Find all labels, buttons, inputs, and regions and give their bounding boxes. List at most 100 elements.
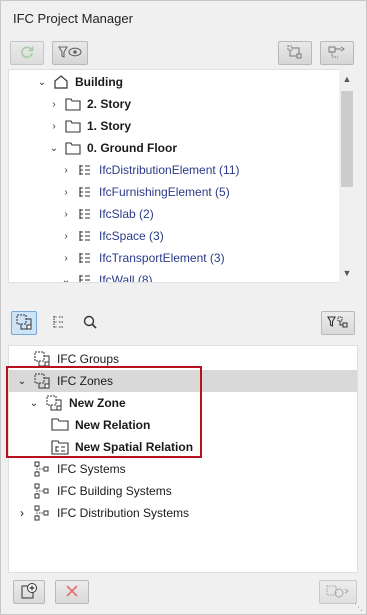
tree-row-element-type[interactable]: › IfcSlab (2) bbox=[59, 203, 154, 225]
tree-row-story[interactable]: ⌄ 0. Ground Floor bbox=[47, 137, 177, 159]
hierarchy-button[interactable] bbox=[278, 41, 312, 65]
tree-row-label: IfcSpace (3) bbox=[99, 229, 164, 243]
tree-row-label: New Zone bbox=[69, 396, 126, 410]
systems-icon bbox=[33, 460, 51, 478]
tree-row-element-type[interactable]: ⌄ IfcWall (8) bbox=[59, 269, 153, 283]
group-icon bbox=[15, 313, 33, 334]
tree-row-label: Building bbox=[75, 75, 123, 89]
systems-icon bbox=[33, 482, 51, 500]
tree-row-element-type[interactable]: › IfcDistributionElement (11) bbox=[59, 159, 240, 181]
resize-grip-icon[interactable]: ⋱ bbox=[354, 602, 364, 612]
tree-row-label: IfcWall (8) bbox=[99, 273, 153, 283]
building-systems-row[interactable]: IFC Building Systems bbox=[9, 480, 357, 502]
add-button[interactable] bbox=[13, 580, 45, 604]
tree-row-label: 1. Story bbox=[87, 119, 132, 133]
tree-row-label: 2. Story bbox=[87, 97, 132, 111]
relation-row[interactable]: New Relation bbox=[9, 414, 357, 436]
element-list-icon bbox=[77, 206, 93, 222]
collapsed-chevron-icon[interactable]: › bbox=[59, 229, 73, 243]
spatial-relation-row[interactable]: New Spatial Relation bbox=[9, 436, 357, 458]
tree-row-label: IfcFurnishingElement (5) bbox=[99, 185, 230, 199]
folder-icon bbox=[51, 417, 69, 433]
assign-icon bbox=[326, 583, 350, 602]
relations-icon bbox=[328, 44, 346, 63]
folder-icon bbox=[65, 118, 81, 134]
tree-row-label: IFC Distribution Systems bbox=[57, 506, 190, 520]
zones-icon bbox=[33, 372, 51, 390]
folder-icon bbox=[65, 96, 81, 112]
hierarchy-icon bbox=[286, 44, 304, 63]
systems-icon bbox=[33, 504, 51, 522]
spatial-structure-tree[interactable]: ⌄ Building › 2. Story › 1. Story ⌄ 0. Gr… bbox=[8, 69, 354, 283]
filter-button[interactable] bbox=[321, 311, 355, 335]
search-icon bbox=[82, 314, 98, 333]
tree-row-label: IFC Groups bbox=[57, 352, 120, 366]
element-list-icon bbox=[77, 162, 93, 178]
assign-button[interactable] bbox=[319, 580, 357, 604]
refresh-icon bbox=[19, 44, 35, 63]
groups-tree[interactable]: IFC Groups ⌄ IFC Zones ⌄ New Zone New Re… bbox=[8, 345, 358, 573]
tree-row-building[interactable]: ⌄ Building bbox=[35, 71, 123, 93]
ifc-project-manager-window: IFC Project Manager ⌄ Building › 2. Stor… bbox=[0, 0, 367, 615]
expanded-chevron-icon[interactable]: ⌄ bbox=[47, 141, 61, 155]
relations-button[interactable] bbox=[320, 41, 354, 65]
scroll-down-icon[interactable]: ▼ bbox=[339, 265, 355, 281]
tree-row-label: IFC Systems bbox=[57, 462, 126, 476]
scrollbar-thumb[interactable] bbox=[341, 91, 353, 187]
tree-row-label: IFC Building Systems bbox=[57, 484, 172, 498]
tree-row-story[interactable]: › 2. Story bbox=[47, 93, 131, 115]
expanded-chevron-icon[interactable]: ⌄ bbox=[59, 273, 73, 283]
filter-view-button[interactable] bbox=[52, 41, 88, 65]
filter-eye-icon bbox=[58, 45, 82, 62]
systems-row[interactable]: IFC Systems bbox=[9, 458, 357, 480]
tree-row-element-type[interactable]: › IfcFurnishingElement (5) bbox=[59, 181, 230, 203]
delete-icon bbox=[65, 584, 79, 601]
refresh-button[interactable] bbox=[10, 41, 44, 65]
expanded-chevron-icon[interactable]: ⌄ bbox=[15, 376, 29, 387]
groups-toolbar bbox=[1, 301, 366, 345]
tree-row-label: New Spatial Relation bbox=[75, 440, 194, 454]
collapsed-chevron-icon[interactable]: › bbox=[47, 97, 61, 111]
spatial-relation-icon bbox=[51, 439, 69, 455]
zone-row[interactable]: ⌄ New Zone bbox=[9, 392, 357, 414]
top-toolbar bbox=[1, 35, 366, 69]
delete-button[interactable] bbox=[55, 580, 89, 604]
filter-icon bbox=[327, 315, 349, 332]
add-icon bbox=[20, 582, 38, 603]
list-tree-icon bbox=[51, 314, 65, 333]
collapsed-chevron-icon[interactable]: › bbox=[59, 185, 73, 199]
tree-row-label: IfcDistributionElement (11) bbox=[99, 163, 240, 177]
groups-row[interactable]: IFC Groups bbox=[9, 348, 357, 370]
tree-row-label: IFC Zones bbox=[57, 374, 114, 388]
collapsed-chevron-icon[interactable]: › bbox=[59, 207, 73, 221]
tree-row-label: IfcTransportElement (3) bbox=[99, 251, 225, 265]
scroll-up-icon[interactable]: ▲ bbox=[339, 71, 355, 87]
building-icon bbox=[53, 74, 69, 90]
search-button[interactable] bbox=[77, 311, 103, 335]
collapsed-chevron-icon[interactable]: › bbox=[59, 251, 73, 265]
window-title: IFC Project Manager bbox=[1, 1, 366, 35]
tree-row-label: 0. Ground Floor bbox=[87, 141, 177, 155]
zones-row[interactable]: ⌄ IFC Zones bbox=[9, 370, 357, 392]
element-list-icon bbox=[77, 250, 93, 266]
tree-panel-footer bbox=[8, 283, 354, 299]
zone-icon bbox=[45, 394, 63, 412]
collapsed-chevron-icon[interactable]: › bbox=[47, 119, 61, 133]
tree-vertical-scrollbar[interactable]: ▲ ▼ bbox=[339, 69, 355, 283]
group-view-button[interactable] bbox=[11, 311, 37, 335]
element-list-icon bbox=[77, 228, 93, 244]
bottom-toolbar bbox=[1, 577, 366, 607]
list-view-button[interactable] bbox=[45, 311, 71, 335]
tree-row-element-type[interactable]: › IfcSpace (3) bbox=[59, 225, 164, 247]
collapsed-chevron-icon[interactable]: › bbox=[59, 163, 73, 177]
expanded-chevron-icon[interactable]: ⌄ bbox=[27, 398, 41, 409]
distribution-systems-row[interactable]: › IFC Distribution Systems bbox=[9, 502, 357, 524]
tree-row-label: IfcSlab (2) bbox=[99, 207, 154, 221]
tree-row-element-type[interactable]: › IfcTransportElement (3) bbox=[59, 247, 225, 269]
element-list-icon bbox=[77, 184, 93, 200]
collapsed-chevron-icon[interactable]: › bbox=[15, 506, 29, 520]
expanded-chevron-icon[interactable]: ⌄ bbox=[35, 75, 49, 89]
tree-row-label: New Relation bbox=[75, 418, 151, 432]
folder-icon bbox=[65, 140, 81, 156]
tree-row-story[interactable]: › 1. Story bbox=[47, 115, 131, 137]
